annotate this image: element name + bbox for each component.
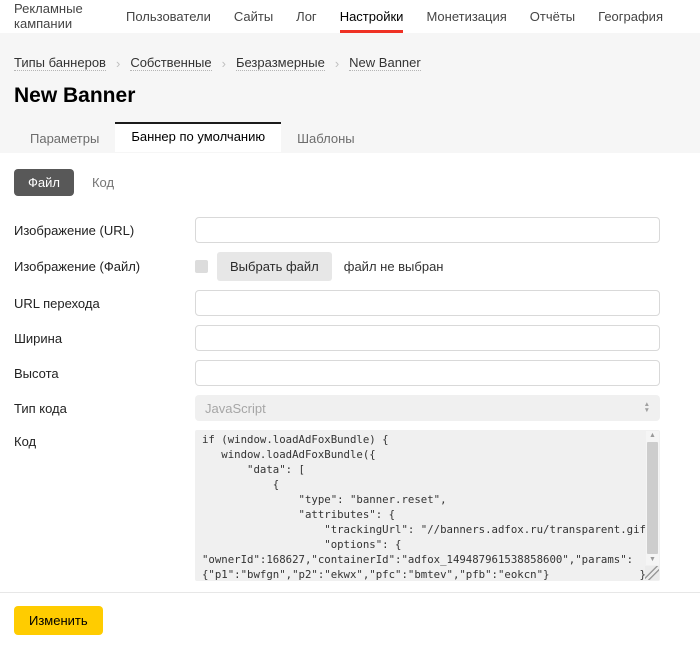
nav-item-monetization[interactable]: Монетизация: [426, 0, 506, 33]
tab-bar: Параметры Баннер по умолчанию Шаблоны: [14, 122, 686, 152]
breadcrumb-new-banner[interactable]: New Banner: [349, 55, 421, 71]
nav-item-geography[interactable]: География: [598, 0, 663, 33]
file-status-text: файл не выбран: [344, 259, 444, 274]
code-type-value: JavaScript: [205, 401, 266, 416]
footer-actions: Изменить: [0, 593, 700, 648]
code-content[interactable]: if (window.loadAdFoxBundle) { window.loa…: [195, 430, 660, 581]
click-url-input[interactable]: [195, 290, 660, 316]
image-url-label: Изображение (URL): [14, 223, 195, 238]
tab-templates[interactable]: Шаблоны: [281, 122, 371, 152]
form-row-code-type: Тип кода JavaScript ▲ ▼: [14, 395, 686, 421]
banner-mode-toggle: Файл Код: [14, 169, 686, 196]
submit-button[interactable]: Изменить: [14, 606, 103, 635]
choose-file-button[interactable]: Выбрать файл: [217, 252, 332, 281]
nav-item-reports[interactable]: Отчёты: [530, 0, 575, 33]
code-type-label: Тип кода: [14, 401, 195, 416]
breadcrumb-sizeless[interactable]: Безразмерные: [236, 55, 325, 71]
breadcrumb-separator-icon: ›: [335, 56, 339, 71]
select-spinner-icon: ▲ ▼: [644, 402, 650, 414]
form-row-image-file: Изображение (Файл) Выбрать файл файл не …: [14, 252, 686, 281]
breadcrumb: Типы баннеров › Собственные › Безразмерн…: [14, 33, 686, 71]
image-file-label: Изображение (Файл): [14, 259, 195, 274]
code-type-select[interactable]: JavaScript ▲ ▼: [195, 395, 660, 421]
nav-item-users[interactable]: Пользователи: [126, 0, 211, 33]
nav-item-settings[interactable]: Настройки: [340, 0, 404, 33]
height-label: Высота: [14, 366, 195, 381]
page-header: Типы баннеров › Собственные › Безразмерн…: [0, 33, 700, 153]
nav-item-sites[interactable]: Сайты: [234, 0, 273, 33]
breadcrumb-separator-icon: ›: [222, 56, 226, 71]
image-url-input[interactable]: [195, 217, 660, 243]
image-file-checkbox[interactable]: [195, 260, 208, 273]
form-row-image-url: Изображение (URL): [14, 217, 686, 243]
code-textarea[interactable]: if (window.loadAdFoxBundle) { window.loa…: [195, 430, 660, 581]
width-input[interactable]: [195, 325, 660, 351]
page-title: New Banner: [14, 84, 686, 108]
code-label: Код: [14, 430, 195, 449]
breadcrumb-own[interactable]: Собственные: [130, 55, 211, 71]
tab-parameters[interactable]: Параметры: [14, 122, 115, 152]
tab-default-banner[interactable]: Баннер по умолчанию: [115, 122, 281, 152]
mode-file-button[interactable]: Файл: [14, 169, 74, 196]
tab-content: Файл Код Изображение (URL) Изображение (…: [0, 169, 700, 581]
form-row-width: Ширина: [14, 325, 686, 351]
nav-item-ad-campaigns[interactable]: Рекламные кампании: [14, 0, 103, 33]
form-row-code: Код if (window.loadAdFoxBundle) { window…: [14, 430, 686, 581]
code-scrollbar[interactable]: ▲ ▼: [646, 431, 659, 565]
breadcrumb-banner-types[interactable]: Типы баннеров: [14, 55, 106, 71]
click-url-label: URL перехода: [14, 296, 195, 311]
form-row-click-url: URL перехода: [14, 290, 686, 316]
scroll-down-icon[interactable]: ▼: [649, 555, 656, 565]
breadcrumb-separator-icon: ›: [116, 56, 120, 71]
mode-code-button[interactable]: Код: [92, 175, 114, 190]
resize-grip-icon[interactable]: [645, 566, 659, 580]
top-navigation: Рекламные кампании Пользователи Сайты Ло…: [0, 0, 700, 33]
scroll-up-icon[interactable]: ▲: [649, 431, 656, 441]
width-label: Ширина: [14, 331, 195, 346]
nav-item-log[interactable]: Лог: [296, 0, 317, 33]
height-input[interactable]: [195, 360, 660, 386]
scrollbar-thumb[interactable]: [647, 442, 658, 554]
form-row-height: Высота: [14, 360, 686, 386]
